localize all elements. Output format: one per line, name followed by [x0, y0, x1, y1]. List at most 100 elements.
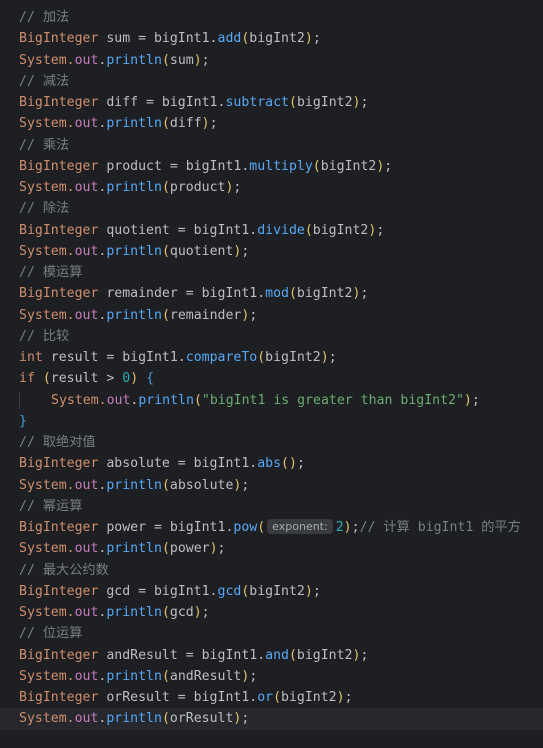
code-line[interactable]: // 除法: [0, 198, 543, 219]
code-token: ;: [384, 158, 393, 174]
code-line[interactable]: BigInteger absolute = bigInt1.abs();: [0, 453, 543, 474]
code-token: println: [106, 668, 162, 684]
code-token: println: [106, 477, 162, 493]
code-token: System.: [19, 477, 75, 493]
code-comment: // 乘法: [19, 137, 70, 153]
code-token: System.: [19, 541, 75, 557]
code-line[interactable]: BigInteger power = bigInt1.pow(exponent:…: [0, 517, 543, 538]
code-token: ;: [241, 243, 250, 259]
code-line[interactable]: BigInteger remainder = bigInt1.mod(bigIn…: [0, 283, 543, 304]
code-token: ): [288, 456, 297, 472]
code-token: ;: [241, 711, 250, 727]
code-token: BigInteger: [19, 520, 99, 535]
code-line[interactable]: // 模运算: [0, 262, 543, 283]
code-token: out: [74, 52, 99, 68]
code-token: and: [265, 647, 289, 663]
code-line[interactable]: System.out.println(power);: [0, 538, 543, 559]
code-token: result >: [50, 371, 123, 387]
code-token: ;: [241, 477, 250, 493]
code-line[interactable]: }: [0, 411, 543, 432]
code-token: result = bigInt1.: [42, 350, 186, 365]
code-line[interactable]: System.out.println(remainder);: [0, 305, 543, 326]
code-token: (: [288, 647, 297, 663]
code-line[interactable]: // 比较: [0, 326, 543, 347]
code-token: (: [304, 222, 313, 238]
code-token: ): [193, 52, 202, 68]
code-token: bigInt2: [312, 222, 369, 238]
code-token: divide: [257, 222, 305, 238]
code-editor[interactable]: // 加法 BigInteger sum = bigInt1.add(bigInt…: [0, 0, 543, 748]
code-token: multiply: [249, 158, 313, 174]
code-token: ): [201, 116, 210, 132]
code-token: (: [288, 95, 297, 110]
code-token: ;: [201, 605, 210, 620]
code-line[interactable]: BigInteger sum = bigInt1.add(bigInt2);: [0, 28, 543, 49]
code-token: bigInt2: [296, 95, 353, 110]
code-token: System.: [19, 711, 75, 727]
code-line[interactable]: // 幂运算: [0, 496, 543, 517]
code-comment: // 位运算: [19, 626, 83, 642]
code-token: bigInt2: [281, 690, 337, 705]
code-line[interactable]: BigInteger product = bigInt1.multiply(bi…: [0, 156, 543, 177]
code-line[interactable]: System.out.println(andResult);: [0, 666, 543, 687]
code-line[interactable]: BigInteger diff = bigInt1.subtract(bigIn…: [0, 92, 543, 113]
code-line[interactable]: // 加法: [0, 7, 543, 28]
code-token: System.: [19, 605, 75, 620]
code-line[interactable]: // 减法: [0, 71, 543, 92]
code-token: System.: [51, 392, 107, 408]
code-token: ): [209, 541, 218, 557]
code-line[interactable]: System.out.println("bigInt1 is greater t…: [0, 390, 543, 411]
code-token: out: [74, 180, 99, 195]
code-token: ): [463, 392, 472, 408]
code-comment: // 减法: [19, 73, 70, 89]
code-line[interactable]: System.out.println(quotient);: [0, 241, 543, 262]
code-token: remainder = bigInt1.: [98, 286, 266, 302]
code-token: (: [161, 307, 170, 323]
code-token: ;: [249, 307, 258, 323]
code-line[interactable]: BigInteger quotient = bigInt1.divide(big…: [0, 220, 543, 241]
code-token: ;: [360, 647, 369, 663]
code-line[interactable]: // 最大公约数: [0, 560, 543, 581]
code-token: out: [74, 307, 99, 323]
code-token: compareTo: [185, 350, 258, 365]
code-token: absolute: [169, 477, 234, 493]
code-line[interactable]: System.out.println(absolute);: [0, 475, 543, 496]
code-token: (: [161, 477, 170, 493]
parameter-hint: exponent:: [267, 519, 333, 534]
code-token: quotient: [169, 243, 234, 259]
code-line[interactable]: System.out.println(orResult);: [0, 708, 543, 730]
code-token: andResult = bigInt1.: [98, 647, 266, 663]
code-line[interactable]: System.out.println(gcd);: [0, 602, 543, 623]
code-line[interactable]: System.out.println(product);: [0, 177, 543, 198]
code-line[interactable]: if (result > 0) {: [0, 368, 543, 389]
code-token: product: [169, 180, 226, 195]
code-line[interactable]: // 取绝对值: [0, 432, 543, 453]
code-line[interactable]: int result = bigInt1.compareTo(bigInt2);: [0, 347, 543, 368]
code-token: println: [106, 180, 162, 195]
code-token: ;: [233, 180, 242, 195]
code-token: mod: [265, 286, 289, 302]
code-line[interactable]: System.out.println(sum);: [0, 50, 543, 71]
code-token: System.: [19, 116, 75, 132]
code-line[interactable]: BigInteger andResult = bigInt1.and(bigIn…: [0, 645, 543, 666]
code-token: BigInteger: [19, 690, 99, 705]
code-token: subtract: [225, 95, 289, 110]
code-token: ): [304, 583, 313, 599]
code-token: absolute = bigInt1.: [98, 456, 258, 472]
code-token: BigInteger: [19, 583, 99, 599]
code-line[interactable]: System.out.println(diff);: [0, 113, 543, 134]
code-token: println: [106, 52, 162, 68]
code-line[interactable]: BigInteger gcd = bigInt1.gcd(bigInt2);: [0, 581, 543, 602]
code-comment: // 取绝对值: [19, 435, 96, 450]
code-line[interactable]: BigInteger orResult = bigInt1.or(bigInt2…: [0, 687, 543, 708]
code-token: (: [257, 520, 266, 535]
code-token: ): [320, 350, 329, 365]
code-token: (: [161, 605, 170, 620]
code-token: BigInteger: [19, 95, 99, 110]
code-line[interactable]: // 位运算: [0, 623, 543, 644]
code-token: int: [19, 350, 43, 365]
code-token: diff: [169, 116, 202, 132]
code-line[interactable]: // 乘法: [0, 135, 543, 156]
code-token: println: [138, 392, 194, 408]
